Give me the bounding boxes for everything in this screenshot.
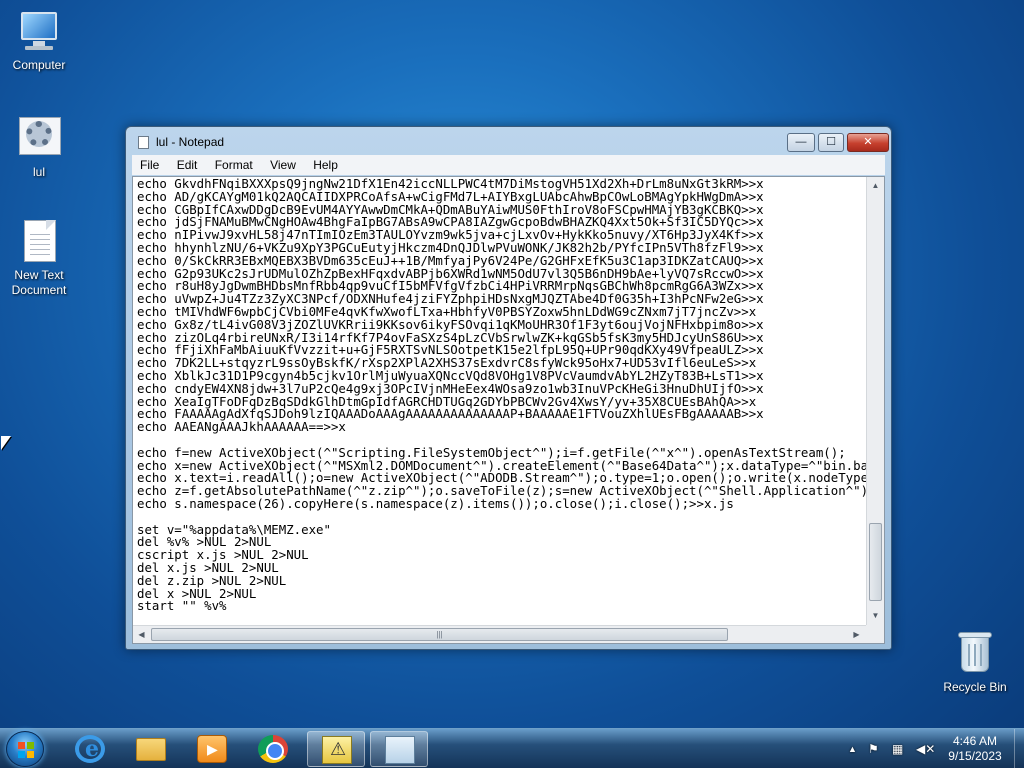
menu-file[interactable]: File (132, 155, 165, 175)
notepad-window[interactable]: lul - Notepad — ☐ ✕ File Edit Format Vie… (125, 126, 892, 650)
settings-file-icon (17, 117, 61, 161)
taskbar-explorer[interactable] (122, 731, 180, 767)
text-editor[interactable]: echo GkvdhFNqiBXXXpsQ9jngNw21DfX1En42icc… (132, 176, 885, 644)
system-tray: ▲ ⚑ ▦ ◀✕ 4:46 AM 9/15/2023 (846, 729, 1024, 768)
show-desktop-button[interactable] (1014, 729, 1024, 768)
text-line: echo AAEANgAAAJkhAAAAAA==>>x (137, 419, 346, 435)
text-line: echo s.namespace(26).copyHere(s.namespac… (137, 495, 734, 511)
scroll-down-icon[interactable]: ▼ (867, 607, 884, 624)
text-content: echo GkvdhFNqiBXXXpsQ9jngNw21DfX1En42icc… (133, 177, 866, 613)
computer-icon (17, 10, 61, 54)
size-grip[interactable] (866, 625, 884, 643)
text-line: start "" %v% (137, 598, 227, 614)
taskbar-chrome[interactable] (244, 731, 302, 767)
text-content-area[interactable]: echo GkvdhFNqiBXXXpsQ9jngNw21DfX1En42icc… (133, 177, 866, 625)
horizontal-scrollbar[interactable]: ◀ ||| ▶ (133, 625, 866, 643)
close-button[interactable]: ✕ (847, 133, 889, 152)
internet-explorer-icon (75, 735, 105, 763)
network-icon[interactable]: ▦ (892, 742, 903, 756)
horizontal-scroll-thumb[interactable]: ||| (151, 628, 728, 641)
taskbar-media-player[interactable] (183, 731, 241, 767)
taskbar-internet-explorer[interactable] (61, 731, 119, 767)
desktop-icon-recycle-bin[interactable]: Recycle Bin (939, 632, 1011, 695)
desktop-icon-computer[interactable]: Computer (3, 10, 75, 73)
menu-edit[interactable]: Edit (169, 155, 204, 175)
taskbar-notepad[interactable] (370, 731, 428, 767)
clock[interactable]: 4:46 AM 9/15/2023 (940, 734, 1010, 764)
scroll-left-icon[interactable]: ◀ (133, 626, 150, 643)
taskbar-warning-app[interactable] (307, 731, 365, 767)
menu-bar: File Edit Format View Help (132, 155, 885, 175)
notepad-icon (385, 736, 415, 764)
title-bar[interactable]: lul - Notepad — ☐ ✕ (126, 127, 891, 157)
show-hidden-icons-button[interactable]: ▲ (848, 744, 857, 754)
desktop-icon-label: lul (32, 165, 45, 179)
text-document-icon (17, 220, 61, 264)
clock-date: 9/15/2023 (948, 749, 1002, 763)
menu-view[interactable]: View (262, 155, 302, 175)
desktop-icon-new-text-document[interactable]: New Text Document (3, 220, 75, 298)
recycle-bin-icon (953, 632, 997, 676)
menu-help[interactable]: Help (305, 155, 344, 175)
vertical-scroll-thumb[interactable] (869, 523, 882, 601)
warning-app-icon (322, 736, 352, 764)
scroll-up-icon[interactable]: ▲ (867, 177, 884, 194)
minimize-button[interactable]: — (787, 133, 815, 152)
text-line: del x >NUL 2>NUL (137, 585, 257, 601)
maximize-button[interactable]: ☐ (818, 133, 844, 152)
media-player-icon (197, 735, 227, 763)
taskbar: ▲ ⚑ ▦ ◀✕ 4:46 AM 9/15/2023 (0, 728, 1024, 768)
notepad-icon (138, 136, 149, 149)
vertical-scrollbar[interactable]: ▲ ▼ (866, 177, 884, 625)
folder-icon (136, 738, 166, 761)
menu-format[interactable]: Format (207, 155, 259, 175)
desktop-icon-label: New Text Document (11, 268, 67, 297)
mouse-pointer-icon (1, 436, 11, 450)
volume-muted-icon[interactable]: ◀✕ (916, 742, 935, 756)
windows-logo-icon (18, 742, 34, 758)
desktop-icon-label: Computer (12, 58, 66, 72)
desktop-icon-label: Recycle Bin (943, 680, 1007, 694)
window-title: lul - Notepad (156, 135, 225, 149)
scroll-right-icon[interactable]: ▶ (848, 626, 865, 643)
clock-time: 4:46 AM (952, 734, 998, 748)
desktop-icon-lul[interactable]: lul (3, 117, 75, 180)
start-button[interactable] (6, 731, 44, 767)
chrome-icon (258, 735, 288, 763)
action-center-icon[interactable]: ⚑ (868, 742, 879, 756)
